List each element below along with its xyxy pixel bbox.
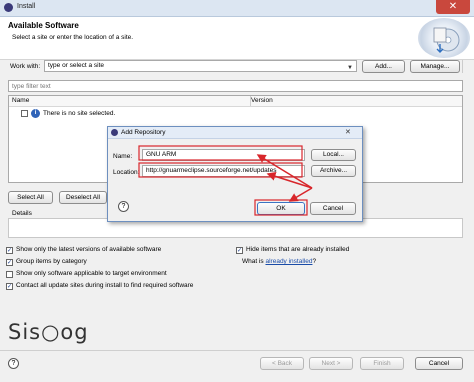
arrow-to-location xyxy=(266,171,313,189)
annotation-overlay xyxy=(138,145,313,216)
name-highlight xyxy=(138,145,303,161)
arrow-to-ok xyxy=(288,187,313,202)
location-highlight xyxy=(138,162,303,178)
ok-highlight xyxy=(254,199,308,216)
